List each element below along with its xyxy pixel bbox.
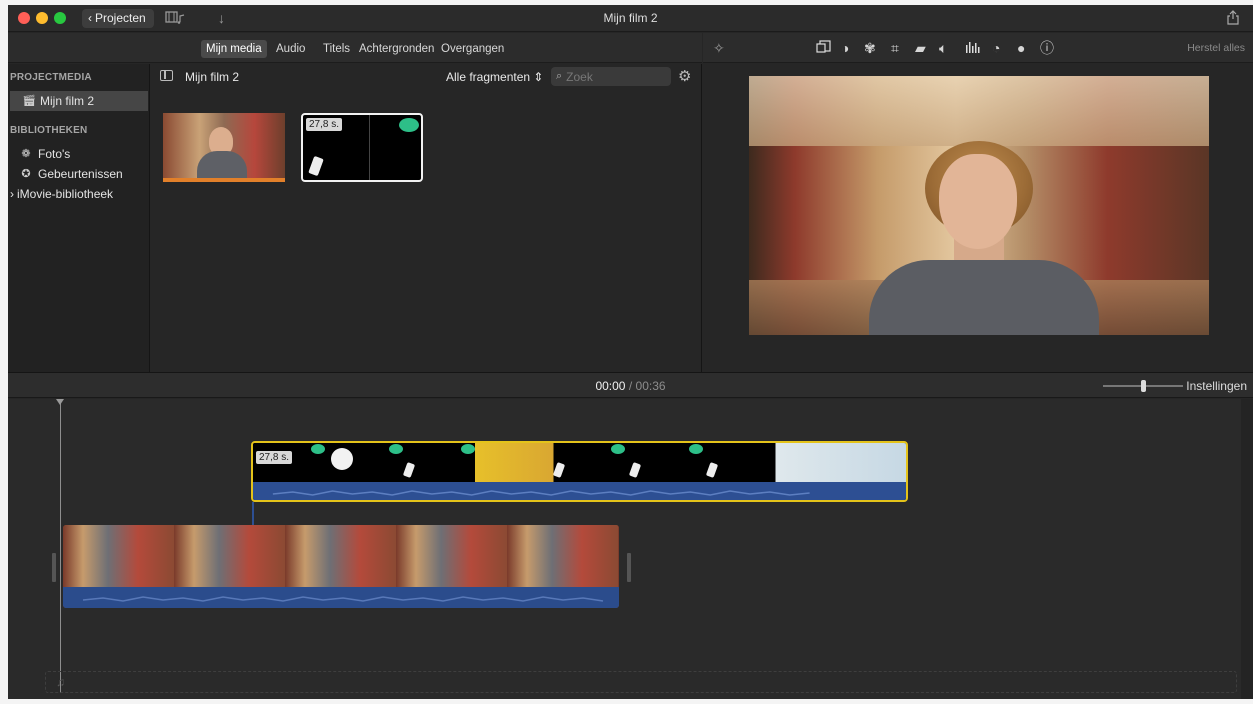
clapperboard-icon: 🎬︎ [22,95,36,107]
person-face [939,154,1017,249]
clip-left-trim-handle[interactable] [52,553,56,582]
tab-my-media[interactable]: Mijn media [201,40,267,58]
speed-icon[interactable]: ◔ [992,40,1000,56]
viewer [703,64,1253,372]
gear-icon[interactable]: ⚙ [678,67,691,85]
color-palette-icon[interactable]: ✾ [864,40,876,56]
primary-clip-video [63,525,619,587]
project-media-header: PROJECTMEDIA [10,72,92,83]
reset-all-button[interactable]: Herstel alles [1187,42,1245,54]
time-separator: / [628,379,633,393]
photos-icon: ❁ [21,148,31,160]
search-icon: ⌕ [556,70,563,82]
clip-connection-line [252,502,254,526]
browser-header: Mijn film 2 Alle fragmenten ⇕ ⌕ ⚙ [151,64,701,90]
stabilization-camera-icon[interactable]: ▰ [915,40,926,56]
noise-reduction-icon[interactable]: ● [1017,40,1025,56]
connected-clip-selected[interactable]: 27,8 s. [251,441,908,502]
title-bar: ‹ Projecten ↓ Mijn film 2 [8,5,1253,32]
color-balance-icon[interactable]: ◑ [841,40,849,56]
sidebar-item-label: iMovie-bibliotheek [17,187,114,201]
disclosure-chevron-icon[interactable]: › [10,184,14,204]
phone-graphic [402,462,416,478]
crop-icon[interactable]: ⌗ [891,40,899,56]
timeline-header: 00:00 / 00:36 Instellingen [8,372,1253,398]
green-bubble-graphic [461,444,475,454]
phone-graphic [705,462,719,478]
libraries-header: BIBLIOTHEKEN [10,125,88,136]
browser-title: Mijn film 2 [185,70,240,84]
phone-graphic [308,155,324,177]
connected-clip-audio-waveform [253,482,906,500]
volume-icon[interactable]: 🔈︎ [939,40,947,56]
video-preview-frame[interactable] [749,76,1209,335]
primary-storyline-clip[interactable] [63,525,619,608]
viewer-toolbar: ✧ ◑ ✾ ⌗ ▰ 🔈︎ ◔ ● ⓘ Herstel alles [703,33,1253,63]
imovie-window: ‹ Projecten ↓ Mijn film 2 Mijn media Aud… [8,5,1253,699]
timeline-settings-button[interactable]: Instellingen [1186,379,1247,393]
green-bubble-graphic [689,444,703,454]
magic-wand-icon[interactable]: ✧ [713,40,725,56]
background-music-well[interactable]: ♫ [45,671,1237,693]
audio-waveform-graphic [82,596,604,602]
clip-divider [369,115,370,180]
timeline[interactable]: 27,8 s. ♫ [8,399,1253,699]
clip-used-bar [163,178,285,182]
person-shirt [869,260,1099,335]
equalizer-icon[interactable] [965,40,981,56]
timecode: 00:00 / 00:36 [8,379,1253,393]
sidebar-item-library[interactable]: › iMovie-bibliotheek [8,184,150,204]
sidebar: PROJECTMEDIA 🎬︎ Mijn film 2 BIBLIOTHEKEN… [8,64,150,372]
media-tab-bar: Mijn media Audio Titels Achtergronden Ov… [8,33,702,63]
green-bubble-graphic [399,118,419,132]
connected-clip-video: 27,8 s. [253,443,906,482]
green-bubble-graphic [611,444,625,454]
clip-filter-label: Alle fragmenten [446,70,531,84]
green-bubble-graphic [389,444,403,454]
clip-right-trim-handle[interactable] [627,553,631,582]
tab-transitions[interactable]: Overgangen [436,40,509,58]
sidebar-toggle-icon[interactable] [160,70,173,81]
phone-graphic [552,462,566,478]
media-browser: Mijn film 2 Alle fragmenten ⇕ ⌕ ⚙ 27,8 s… [151,64,702,372]
sidebar-item-photos[interactable]: ❁ Foto's [8,144,150,164]
search-input[interactable] [566,69,657,84]
white-circle-graphic [331,448,353,470]
up-down-chevron-icon: ⇕ [533,70,544,84]
timeline-scrollbar[interactable] [1241,399,1253,699]
tab-titles[interactable]: Titels [318,40,355,58]
total-time: 00:36 [635,379,666,393]
audio-waveform-graphic [272,490,810,496]
media-clip-graphic[interactable]: 27,8 s. [301,113,423,182]
media-clip-video[interactable] [163,113,285,182]
clip-filter-select[interactable]: Alle fragmenten ⇕ [446,70,543,84]
sidebar-item-label: Mijn film 2 [40,94,95,108]
primary-clip-audio-waveform [63,587,619,608]
sidebar-item-label: Gebeurtenissen [38,167,123,181]
current-time: 00:00 [595,379,626,393]
share-icon[interactable] [1227,10,1239,28]
green-bubble-graphic [311,444,325,454]
crop-frame-icon[interactable] [816,40,831,57]
events-star-icon: ✪ [21,168,31,180]
playhead[interactable] [56,399,64,693]
sidebar-item-events[interactable]: ✪ Gebeurtenissen [8,164,150,184]
phone-graphic [628,462,642,478]
duration-badge: 27,8 s. [256,451,293,464]
search-field[interactable]: ⌕ [551,67,671,86]
sidebar-item-label: Foto's [38,147,71,161]
info-icon[interactable]: ⓘ [1040,40,1054,56]
scene-ceiling [749,76,1209,146]
music-note-icon: ♫ [56,675,65,689]
duration-badge: 27,8 s. [306,118,343,131]
window-title: Mijn film 2 [603,11,658,25]
tab-audio[interactable]: Audio [271,40,310,58]
timeline-zoom-slider[interactable] [1103,380,1183,392]
zoom-slider-knob[interactable] [1141,380,1146,392]
tab-backgrounds[interactable]: Achtergronden [354,40,439,58]
sidebar-item-project[interactable]: 🎬︎ Mijn film 2 [10,91,148,111]
